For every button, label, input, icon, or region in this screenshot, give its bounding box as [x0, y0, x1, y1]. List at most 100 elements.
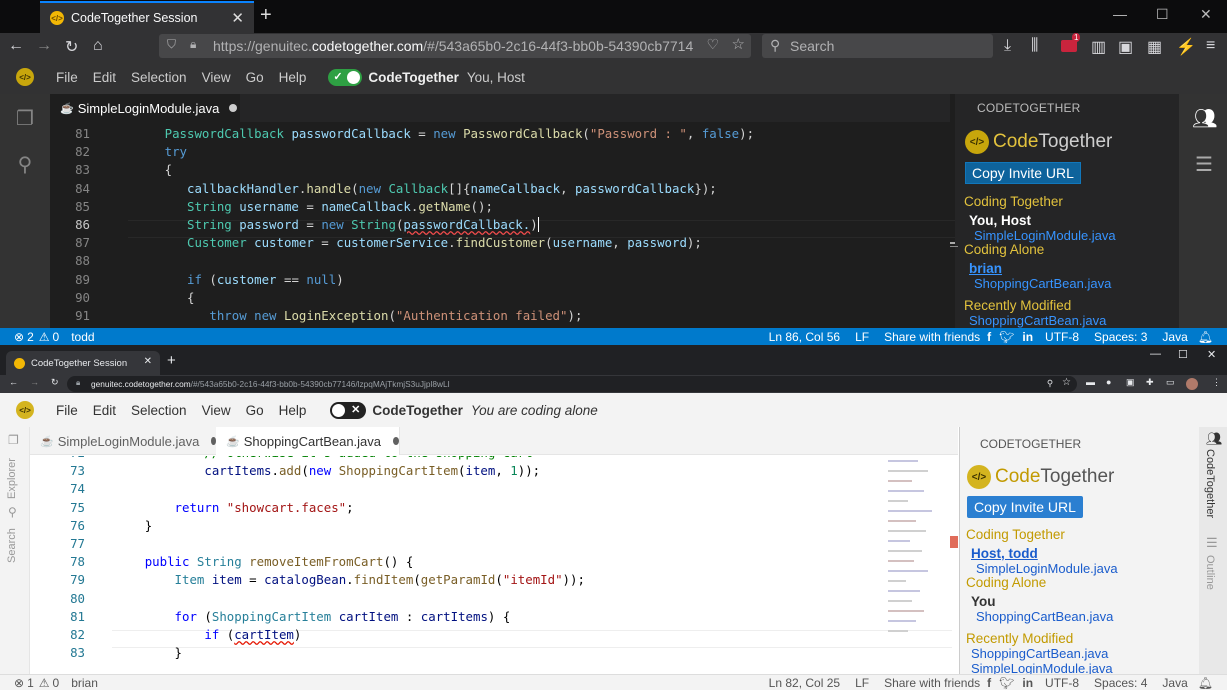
language-mode[interactable]: Java: [1162, 676, 1187, 690]
warning-count[interactable]: 0: [53, 330, 60, 344]
home-icon[interactable]: ⌂: [93, 37, 103, 55]
search-icon[interactable]: ⚲: [13, 152, 37, 176]
extension-icon[interactable]: ▬: [1086, 377, 1095, 387]
menu-view[interactable]: View: [202, 70, 231, 85]
minimap[interactable]: [884, 456, 950, 656]
language-mode[interactable]: Java: [1162, 330, 1187, 344]
session-toggle[interactable]: ✓: [328, 68, 363, 86]
bookmark-star-icon[interactable]: ☆: [1062, 377, 1071, 388]
back-icon[interactable]: ←: [9, 377, 18, 387]
menu-icon[interactable]: ⋮: [1212, 377, 1221, 388]
error-count[interactable]: 2: [27, 330, 34, 344]
maximize-icon[interactable]: ☐: [1156, 6, 1169, 23]
menu-help[interactable]: Help: [279, 403, 307, 418]
menu-edit[interactable]: Edit: [93, 403, 116, 418]
forward-icon[interactable]: →: [36, 37, 52, 55]
menu-help[interactable]: Help: [279, 70, 307, 85]
users-icon[interactable]: 👥︎: [1206, 431, 1223, 447]
cursor-position[interactable]: Ln 82, Col 25: [769, 676, 840, 690]
pocket-save-icon[interactable]: ♡: [702, 36, 719, 53]
coding-together-file[interactable]: SimpleLoginModule.java: [974, 228, 1116, 243]
notifications-bell-icon[interactable]: 🔔︎: [1198, 330, 1213, 344]
outline-view-label[interactable]: Outline: [1204, 555, 1216, 590]
codetogether-extension-icon[interactable]: ⚡: [1176, 37, 1196, 57]
code-editor[interactable]: 72 // Otherwise it's added to the shoppi…: [30, 456, 958, 674]
extensions-puzzle-icon[interactable]: ✚: [1146, 377, 1154, 388]
copy-invite-url-button[interactable]: Copy Invite URL: [965, 162, 1081, 184]
browser-tab[interactable]: CodeTogether Session ✕: [6, 351, 160, 375]
recently-modified-file[interactable]: ShoppingCartBean.java: [969, 313, 1106, 328]
error-icon[interactable]: ⊗: [14, 330, 24, 344]
line-ending[interactable]: LF: [855, 676, 869, 690]
reload-icon[interactable]: ↻: [65, 37, 78, 57]
minimize-icon[interactable]: —: [1150, 348, 1161, 360]
coding-alone-file[interactable]: ShoppingCartBean.java: [976, 609, 1113, 624]
close-window-icon[interactable]: ✕: [1207, 348, 1216, 361]
outline-icon[interactable]: ☰: [1206, 535, 1218, 551]
search-label[interactable]: Search: [6, 521, 24, 563]
encoding[interactable]: UTF-8: [1045, 330, 1079, 344]
coding-alone-file[interactable]: ShoppingCartBean.java: [974, 276, 1111, 291]
menu-file[interactable]: File: [56, 403, 78, 418]
warning-count[interactable]: 0: [53, 676, 60, 690]
explorer-icon[interactable]: ❐: [8, 433, 19, 447]
containers-icon[interactable]: ▦: [1147, 37, 1162, 57]
menu-selection[interactable]: Selection: [131, 403, 187, 418]
indentation[interactable]: Spaces: 3: [1094, 330, 1147, 344]
tracking-shield-icon[interactable]: ⛉: [167, 37, 176, 52]
linkedin-icon[interactable]: in: [1022, 330, 1033, 344]
forward-icon[interactable]: →: [30, 377, 39, 387]
menu-go[interactable]: Go: [246, 70, 264, 85]
error-count[interactable]: 1: [27, 676, 34, 690]
menu-edit[interactable]: Edit: [93, 70, 116, 85]
new-tab-icon[interactable]: +: [167, 352, 176, 369]
maximize-icon[interactable]: ☐: [1178, 348, 1188, 361]
pocket-icon[interactable]: ▣: [1118, 37, 1133, 57]
browser-tab[interactable]: </> CodeTogether Session ✕: [40, 1, 254, 33]
search-icon[interactable]: ⚲: [8, 505, 17, 519]
extension-icon[interactable]: ●: [1106, 377, 1111, 387]
menu-file[interactable]: File: [56, 70, 78, 85]
coding-together-file[interactable]: SimpleLoginModule.java: [976, 561, 1118, 576]
menu-view[interactable]: View: [202, 403, 231, 418]
twitter-icon[interactable]: 🐦︎: [999, 330, 1014, 344]
zoom-icon[interactable]: ⚲: [1047, 378, 1053, 388]
new-tab-icon[interactable]: +: [260, 4, 272, 27]
library-icon[interactable]: ⫼: [1031, 37, 1038, 55]
bookmark-star-icon[interactable]: ☆: [731, 35, 745, 53]
reload-icon[interactable]: ↻: [51, 377, 59, 388]
codetogether-view-label[interactable]: CodeTogether: [1204, 449, 1216, 518]
profile-avatar[interactable]: [1186, 378, 1198, 390]
indentation[interactable]: Spaces: 4: [1094, 676, 1147, 690]
coding-together-user[interactable]: Host, todd: [971, 546, 1038, 561]
line-ending[interactable]: LF: [855, 330, 869, 344]
close-tab-icon[interactable]: ✕: [144, 356, 152, 367]
back-icon[interactable]: ←: [8, 37, 24, 55]
twitter-icon[interactable]: 🐦︎: [999, 676, 1014, 690]
sidebar-icon[interactable]: ▥: [1091, 37, 1106, 57]
linkedin-icon[interactable]: in: [1022, 676, 1033, 690]
minimize-icon[interactable]: —: [1113, 6, 1127, 22]
copy-invite-url-button[interactable]: Copy Invite URL: [967, 496, 1083, 518]
tab-simple-login-module[interactable]: ☕ SimpleLoginModule.java: [50, 94, 240, 122]
url-bar[interactable]: 🔒︎ genuitec.codetogether.com/#/543a65b0-…: [67, 376, 1077, 392]
close-tab-icon[interactable]: ✕: [231, 9, 244, 27]
tab-simple-login-module[interactable]: ☕ SimpleLoginModule.java: [30, 427, 216, 455]
explorer-icon[interactable]: ❐: [13, 106, 37, 130]
download-icon[interactable]: ⤓: [1004, 37, 1011, 55]
menu-go[interactable]: Go: [246, 403, 264, 418]
url-bar[interactable]: ⛉ 🔒︎ https://genuitec. codetogether.com/#…: [159, 34, 751, 58]
error-icon[interactable]: ⊗: [14, 676, 24, 690]
search-input[interactable]: ⚲ Search: [762, 34, 993, 58]
tab-shopping-cart-bean[interactable]: ☕ ShoppingCartBean.java: [216, 427, 400, 455]
notifications-bell-icon[interactable]: 🔔︎: [1198, 676, 1213, 690]
list-icon[interactable]: ☰: [1192, 152, 1216, 176]
extension-icon[interactable]: ▣: [1126, 377, 1135, 388]
session-toggle[interactable]: ✕: [330, 401, 367, 419]
menu-selection[interactable]: Selection: [131, 70, 187, 85]
cursor-position[interactable]: Ln 86, Col 56: [769, 330, 840, 344]
facebook-icon[interactable]: f: [987, 676, 991, 690]
facebook-icon[interactable]: f: [987, 330, 991, 344]
cast-icon[interactable]: ▭: [1166, 377, 1175, 388]
menu-icon[interactable]: ≡: [1206, 37, 1215, 55]
